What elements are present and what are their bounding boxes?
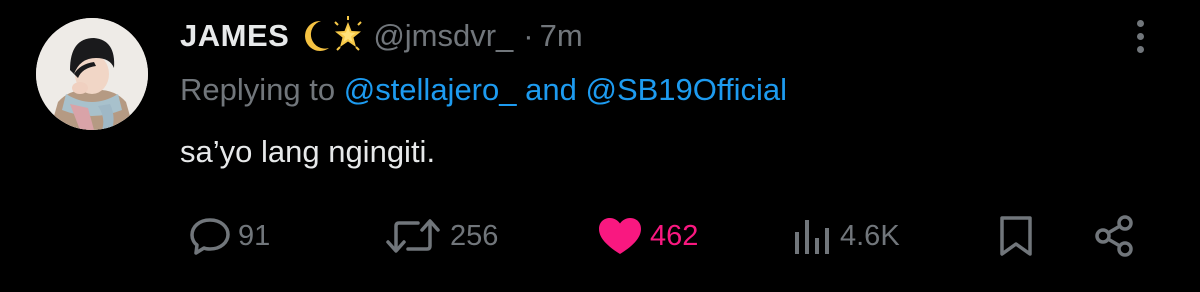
tweet[interactable]: JAMES @jmsdvr_ · 7m Replying to @stellaj… bbox=[0, 0, 1200, 292]
speech-bubble-icon bbox=[190, 218, 230, 255]
mention-joiner: and bbox=[525, 72, 577, 107]
name-emoji-group bbox=[301, 16, 363, 56]
like-count: 462 bbox=[650, 219, 699, 252]
avatar-image bbox=[36, 18, 148, 130]
display-name[interactable]: JAMES bbox=[180, 18, 289, 54]
bookmark-icon bbox=[1000, 216, 1032, 256]
reply-count: 91 bbox=[238, 219, 271, 252]
mention-link[interactable]: @SB19Official bbox=[585, 72, 787, 107]
bar-chart-icon bbox=[795, 220, 829, 254]
tweet-header: JAMES @jmsdvr_ · 7m bbox=[180, 14, 583, 58]
more-dot bbox=[1136, 45, 1144, 53]
avatar[interactable] bbox=[36, 18, 148, 130]
user-handle[interactable]: @jmsdvr_ bbox=[373, 18, 513, 54]
share-icon bbox=[1095, 215, 1133, 257]
retweet-count: 256 bbox=[450, 219, 499, 252]
share-button[interactable] bbox=[1092, 208, 1136, 264]
bookmark-button[interactable] bbox=[996, 208, 1036, 264]
more-vertical-icon bbox=[1136, 19, 1144, 27]
more-options-button[interactable] bbox=[1128, 14, 1152, 58]
replying-to-label: Replying to bbox=[180, 72, 336, 107]
crescent-moon-icon bbox=[305, 20, 330, 51]
retweet-icon bbox=[386, 219, 440, 253]
more-dot bbox=[1136, 32, 1144, 40]
replying-to-line: Replying to @stellajero_ and @SB19Offici… bbox=[180, 72, 787, 108]
heart-icon bbox=[599, 218, 641, 254]
glowing-star-icon bbox=[334, 16, 363, 51]
separator-dot: · bbox=[523, 18, 534, 53]
views-button[interactable]: 4.6K bbox=[790, 208, 900, 264]
retweet-button[interactable]: 256 bbox=[384, 208, 498, 264]
action-bar: 91 256 462 4.6K bbox=[0, 208, 1200, 264]
like-button[interactable]: 462 bbox=[596, 208, 698, 264]
reply-button[interactable]: 91 bbox=[188, 208, 270, 264]
views-count: 4.6K bbox=[840, 219, 900, 252]
tweet-text: sa’yo lang ngingiti. bbox=[180, 134, 436, 169]
timestamp[interactable]: 7m bbox=[540, 18, 583, 54]
mention-link[interactable]: @stellajero_ bbox=[344, 72, 517, 107]
